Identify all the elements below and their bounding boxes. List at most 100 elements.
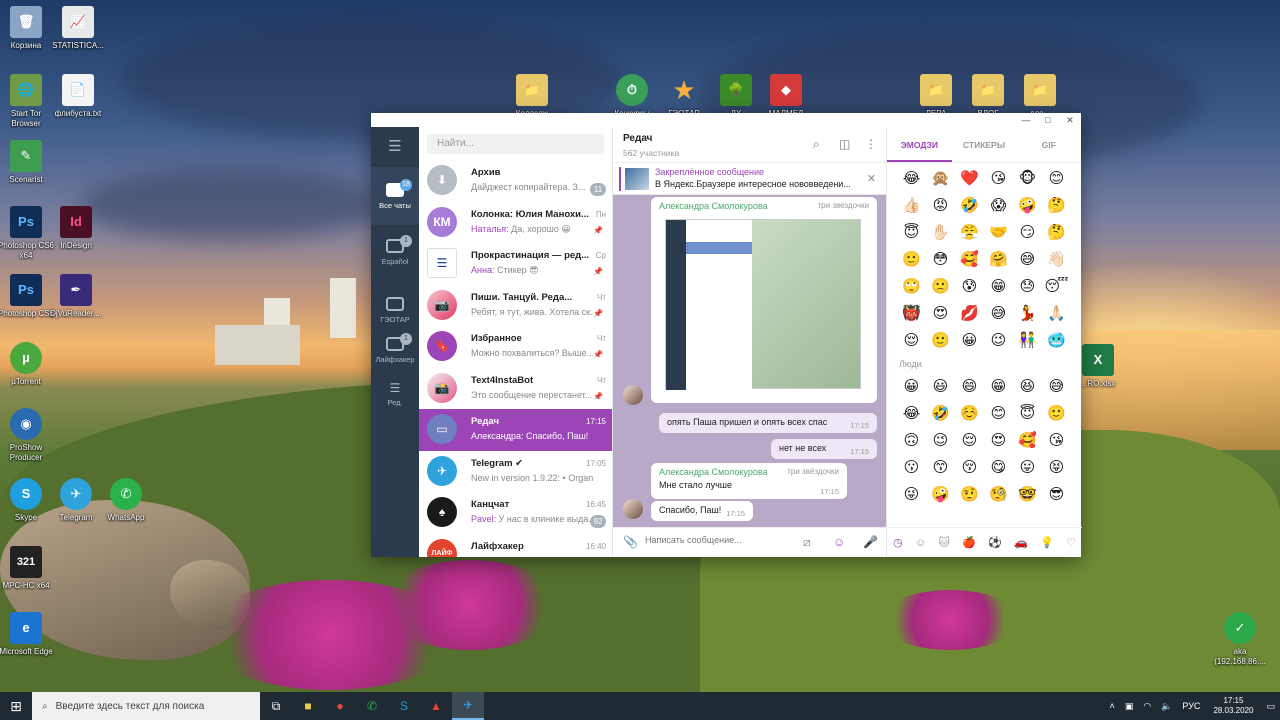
emoji-item[interactable]: 😃	[926, 377, 955, 397]
message-out[interactable]: нет не всех 17:15	[771, 439, 877, 459]
chat-item-archive[interactable]: ⬇ Архив Дайджест копирайтера. З... 11	[419, 160, 612, 202]
chat-item-telegram[interactable]: ✈ Telegram ✔ New in version 1.9.22: • Or…	[419, 451, 612, 493]
emoji-item[interactable]: 😍	[984, 431, 1013, 451]
taskbar-skype[interactable]: S	[388, 692, 420, 720]
emoji-item[interactable]: 🙃	[897, 431, 926, 451]
desktop-icon-scenarist[interactable]: ✎ Scenarist	[0, 140, 56, 185]
search-input[interactable]: Найти...	[427, 134, 604, 154]
tab-stickers[interactable]: СТИКЕРЫ	[952, 127, 1017, 162]
minimize-button[interactable]: —	[1015, 115, 1037, 125]
bulb-icon[interactable]: 💡	[1040, 536, 1054, 549]
desktop-icon-mpc-hc[interactable]: 321 MPC-HC x64	[0, 546, 56, 591]
emoji-item[interactable]: 😅	[1042, 377, 1071, 397]
message-in[interactable]: Александра Смолокурова три звёздочки Мне…	[651, 463, 847, 499]
emoji-item[interactable]: 🤪	[1013, 196, 1042, 216]
chat-item-text4instabot[interactable]: 📸 Text4InstaBot Это сообщение перестанет…	[419, 368, 612, 410]
emoji-item[interactable]: 🙂	[926, 331, 955, 351]
emoji-item[interactable]: 😅	[1013, 250, 1042, 270]
emoji-item[interactable]: 🤓	[1013, 485, 1042, 505]
tray-app-icon[interactable]: ▣	[1120, 701, 1139, 712]
menu-button[interactable]: ☰	[371, 127, 419, 167]
attach-icon[interactable]: 📎	[623, 535, 638, 549]
pinned-message-bar[interactable]: Закреплённое сообщение В Яндекс.Браузере…	[613, 163, 886, 195]
more-icon[interactable]: ⋮	[865, 137, 877, 151]
folder-all-chats[interactable]: 18 Все чаты	[371, 167, 419, 225]
taskbar-telegram[interactable]: ✈	[452, 692, 484, 720]
emoji-item[interactable]: ✋🏻	[926, 223, 955, 243]
emoji-item[interactable]: 😁	[984, 377, 1013, 397]
taskbar-whatsapp[interactable]: ✆	[356, 692, 388, 720]
message-screenshot[interactable]: Александра Смолокурова три звездочки	[651, 197, 877, 403]
screenshot-image[interactable]	[665, 219, 861, 390]
emoji-item[interactable]: 😇	[897, 223, 926, 243]
tray-chevron-icon[interactable]: ˄	[1105, 701, 1120, 711]
ball-icon[interactable]: ⚽	[988, 536, 1002, 549]
emoji-item[interactable]: 🤝	[984, 223, 1013, 243]
chat-item-redach[interactable]: ▭ Редач Александра: Спасибо, Паш! 17:15	[419, 409, 612, 451]
emoji-item[interactable]: 😎	[1042, 485, 1071, 505]
emoji-item[interactable]: ❤️	[955, 169, 984, 189]
message-in[interactable]: Спасибо, Паш! 17:15	[651, 501, 753, 521]
folder-espanol[interactable]: 1 Español	[371, 225, 419, 283]
emoji-item[interactable]: 👹	[897, 304, 926, 324]
emoji-item[interactable]: 😀	[897, 377, 926, 397]
emoji-item[interactable]: 🙁	[926, 277, 955, 297]
folder-edit[interactable]: ☰ Ред.	[371, 367, 419, 425]
emoji-item[interactable]: 😄	[955, 377, 984, 397]
emoji-item[interactable]: 😅	[984, 304, 1013, 324]
sidebar-toggle-icon[interactable]: ◫	[839, 137, 850, 151]
emoji-item[interactable]: 😋	[984, 458, 1013, 478]
start-button[interactable]: ⊞	[0, 692, 32, 720]
chat-item-saved[interactable]: 🔖 Избранное Можно похвалиться? Выше... Ч…	[419, 326, 612, 368]
emoji-icon[interactable]: ☺	[833, 535, 845, 549]
emoji-item[interactable]: 😙	[926, 458, 955, 478]
emoji-item[interactable]: 😉	[984, 331, 1013, 351]
desktop-icon-djvureader[interactable]: ✒ DjVuReader....	[46, 274, 106, 319]
chat-item-lifehacker[interactable]: ЛАЙФ Лайфхакер 16:40	[419, 534, 612, 557]
folder-geotar[interactable]: ГЭОТАР	[371, 283, 419, 324]
emoji-item[interactable]: 😗	[897, 458, 926, 478]
taskbar-explorer[interactable]: ■	[292, 692, 324, 720]
emoji-item[interactable]: 😁	[984, 277, 1013, 297]
emoji-item[interactable]: 😛	[1013, 458, 1042, 478]
chat-item-prokrastinacia[interactable]: ☰ Прокрастинация — ред... Анна: Стикер 😎…	[419, 243, 612, 285]
emoji-item[interactable]: 🤪	[926, 485, 955, 505]
emoji-item[interactable]: 😀	[955, 331, 984, 351]
emoji-item[interactable]: 👍🏻	[897, 196, 926, 216]
desktop-icon-utorrent[interactable]: µ µTorrent	[0, 342, 56, 387]
chat-item-kanchat[interactable]: ♠ Канцчат Pavel: У нас в клинике выда...…	[419, 492, 612, 534]
emoji-item[interactable]: 🤔	[1042, 196, 1071, 216]
clock[interactable]: 17:15 28.03.2020	[1205, 696, 1261, 716]
emoji-item[interactable]: 😳	[926, 250, 955, 270]
emoji-item[interactable]: 😘	[1042, 431, 1071, 451]
emoji-item[interactable]: 😰	[955, 277, 984, 297]
commands-icon[interactable]: ⧄	[803, 535, 811, 550]
emoji-item[interactable]: 👫	[1013, 331, 1042, 351]
emoji-item[interactable]: 🥰	[955, 250, 984, 270]
emoji-item[interactable]: 😡	[926, 196, 955, 216]
task-view-button[interactable]: ⧉	[260, 692, 292, 720]
emoji-item[interactable]: 😏	[1013, 223, 1042, 243]
emoji-item[interactable]: 🙂	[1042, 404, 1071, 424]
emoji-item[interactable]: 🙄	[897, 277, 926, 297]
close-icon[interactable]: ✕	[867, 172, 876, 185]
emoji-item[interactable]: 🤨	[955, 485, 984, 505]
language-indicator[interactable]: РУС	[1177, 701, 1205, 711]
emoji-item[interactable]: 😉	[926, 431, 955, 451]
emoji-item[interactable]: 🙊	[926, 169, 955, 189]
avatar[interactable]	[623, 385, 643, 405]
emoji-item[interactable]: 🧐	[984, 485, 1013, 505]
desktop-icon-indesign[interactable]: Id InDesign	[46, 206, 106, 251]
emoji-item[interactable]: 😂	[897, 169, 926, 189]
emoji-item[interactable]: 👋🏻	[1042, 250, 1071, 270]
emoji-item[interactable]: 🤔	[1042, 223, 1071, 243]
notifications-icon[interactable]: ▭	[1261, 701, 1280, 712]
emoji-item[interactable]: 😓	[1013, 277, 1042, 297]
emoji-item[interactable]: 😚	[955, 458, 984, 478]
network-icon[interactable]: ◠	[1138, 701, 1156, 712]
car-icon[interactable]: 🚗	[1014, 536, 1028, 549]
taskbar-acrobat[interactable]: ▲	[420, 692, 452, 720]
emoji-item[interactable]: ☺️	[955, 404, 984, 424]
desktop-icon-network-aka[interactable]: ✓ aka (192.168.86....	[1210, 612, 1270, 667]
emoji-item[interactable]: 😍	[926, 304, 955, 324]
